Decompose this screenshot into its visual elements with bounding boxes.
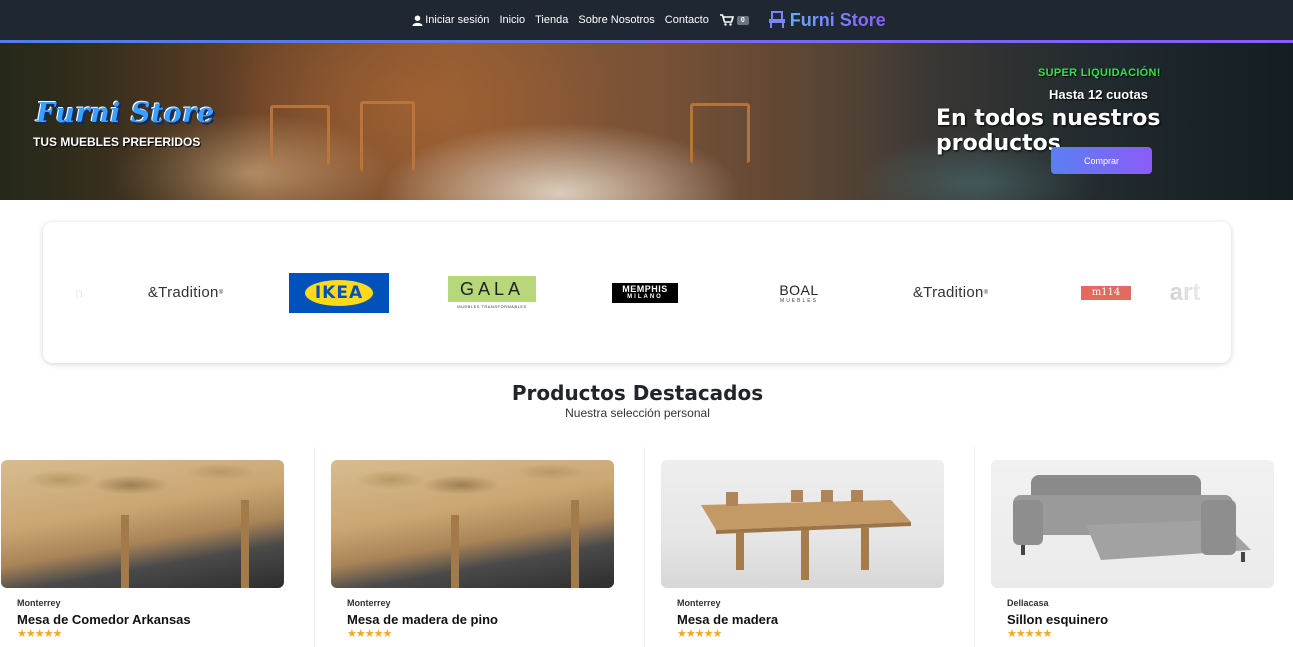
gala-text: GALA: [448, 276, 536, 302]
brand-logo-ikea[interactable]: IKEA: [289, 222, 389, 363]
product-card[interactable]: Monterrey Mesa de Comedor Arkansas ★★★★★: [1, 447, 315, 647]
brand-logo-boal[interactable]: BOAL MUEBLES: [768, 222, 830, 363]
product-card[interactable]: Monterrey Mesa de madera de pino ★★★★★: [331, 447, 645, 647]
brand-logo-tradition[interactable]: &Tradition ®: [133, 222, 238, 363]
nav-inner: Iniciar sesión Inicio Tienda Sobre Nosot…: [407, 10, 886, 31]
table-leg: [241, 500, 249, 588]
cart-icon: [719, 14, 734, 26]
nav-link-tienda[interactable]: Tienda: [535, 14, 568, 26]
cart-button[interactable]: 0: [719, 14, 749, 26]
tradition-text: &Tradition: [147, 284, 219, 301]
brand-logo-tradition-2[interactable]: &Tradition ®: [898, 222, 1003, 363]
gala-subtext: MUEBLES TRANSFORMABLES: [457, 304, 527, 309]
product-card[interactable]: Dellacasa Sillon esquinero ★★★★★: [991, 447, 1293, 647]
product-image[interactable]: [331, 460, 614, 588]
boal-subtext: MUEBLES: [780, 297, 818, 304]
product-rating-stars: ★★★★★: [347, 628, 392, 640]
table-illustration: [701, 490, 911, 580]
product-card[interactable]: Monterrey Mesa de madera ★★★★★: [661, 447, 975, 647]
brand-name: Furni Store: [789, 9, 886, 30]
memphis-subtext: MILANO: [627, 293, 663, 300]
login-link[interactable]: Iniciar sesión: [412, 14, 489, 26]
brand-logo-gala[interactable]: GALA MUEBLES TRANSFORMABLES: [448, 222, 536, 363]
product-rating-stars: ★★★★★: [17, 628, 62, 640]
product-name[interactable]: Mesa de Comedor Arkansas: [17, 612, 191, 627]
promo-super: SUPER LIQUIDACIÓN!: [1038, 67, 1161, 79]
user-icon: [412, 14, 423, 26]
section-title: Productos Destacados: [511, 381, 764, 405]
tradition-reg-mark: ®: [983, 289, 989, 296]
m114-text: m114: [1081, 285, 1131, 300]
product-brand: Monterrey: [347, 598, 391, 608]
nav-link-sobre-nosotros[interactable]: Sobre Nosotros: [578, 14, 654, 26]
product-brand: Monterrey: [17, 598, 61, 608]
product-name[interactable]: Mesa de madera de pino: [347, 612, 498, 627]
sofa-illustration: [1013, 475, 1251, 562]
comprar-button[interactable]: Comprar: [1051, 147, 1152, 174]
carousel-fade-left: [43, 222, 123, 363]
product-rating-stars: ★★★★★: [677, 628, 722, 640]
tradition-text: &Tradition: [912, 284, 984, 301]
brand-logo-memphis[interactable]: MEMPHIS MILANO: [612, 222, 678, 363]
product-brand: Monterrey: [677, 598, 721, 608]
nav-link-contacto[interactable]: Contacto: [665, 14, 709, 26]
navbar: Iniciar sesión Inicio Tienda Sobre Nosot…: [0, 0, 1293, 40]
login-label: Iniciar sesión: [425, 14, 490, 26]
product-rating-stars: ★★★★★: [1007, 628, 1052, 640]
boal-logo: BOAL MUEBLES: [779, 282, 818, 304]
cart-count-badge: 0: [736, 15, 749, 25]
memphis-logo: MEMPHIS MILANO: [612, 282, 678, 303]
hero-tagline: TUS MUEBLES PREFERIDOS: [33, 135, 201, 149]
hero-banner: Furni Store TUS MUEBLES PREFERIDOS SUPER…: [0, 43, 1293, 200]
brand-logo-m114[interactable]: m114: [1081, 222, 1131, 363]
gala-logo: GALA MUEBLES TRANSFORMABLES: [448, 276, 536, 309]
brands-carousel: n &Tradition® IKEA GALA MUEBLES TRANSFOR…: [43, 222, 1231, 363]
hero-decor-chair: [690, 103, 750, 163]
boal-text: BOAL: [779, 281, 819, 298]
ikea-text: IKEA: [304, 279, 374, 306]
product-image[interactable]: [991, 460, 1274, 588]
hero-decor-chair: [360, 101, 415, 171]
tradition-reg-mark: ®: [218, 289, 224, 296]
hero-logo: Furni Store: [36, 98, 215, 129]
table-leg: [571, 500, 579, 588]
chair-icon: [768, 11, 785, 28]
ikea-logo: IKEA: [289, 272, 389, 313]
table-leg: [451, 515, 459, 588]
section-subtitle: Nuestra selección personal: [565, 406, 710, 420]
product-image[interactable]: [1, 460, 284, 588]
product-brand: Dellacasa: [1007, 598, 1049, 608]
table-leg: [121, 515, 129, 588]
brand-link[interactable]: Furni Store: [768, 9, 886, 31]
hero-decor-chair: [270, 105, 330, 165]
memphis-text: MEMPHIS: [622, 283, 668, 294]
carousel-fade-right: [1161, 222, 1231, 363]
product-image[interactable]: [661, 460, 944, 588]
product-name[interactable]: Sillon esquinero: [1007, 612, 1108, 627]
product-name[interactable]: Mesa de madera: [677, 612, 778, 627]
promo-cuotas: Hasta 12 cuotas: [1049, 87, 1148, 102]
nav-link-inicio[interactable]: Inicio: [499, 14, 525, 26]
